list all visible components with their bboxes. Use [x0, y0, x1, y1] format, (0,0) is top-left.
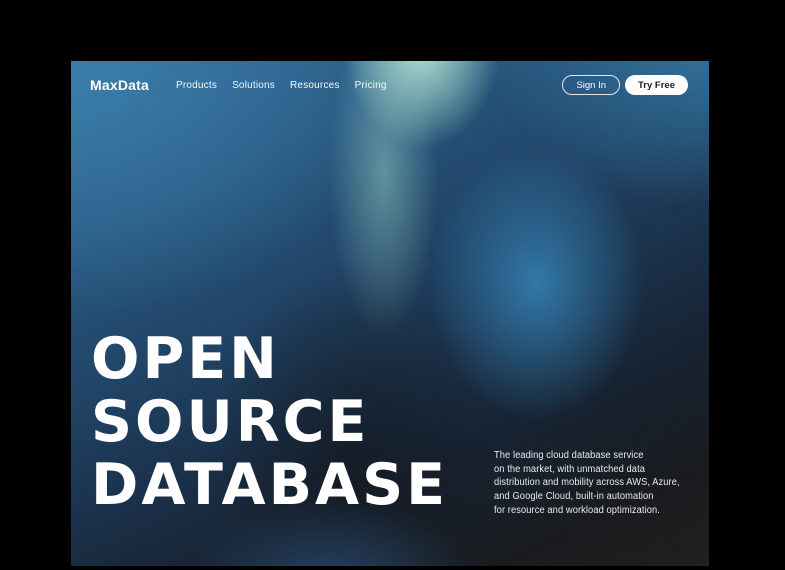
nav-item-products[interactable]: Products: [176, 80, 217, 91]
nav-item-resources[interactable]: Resources: [290, 80, 340, 91]
nav-actions: Sign In Try Free: [562, 75, 688, 95]
try-free-button[interactable]: Try Free: [625, 75, 688, 95]
hero-heading-line-2: SOURCE: [91, 391, 448, 454]
nav-item-solutions[interactable]: Solutions: [232, 80, 275, 91]
hero-section: MaxData Products Solutions Resources Pri…: [71, 61, 709, 566]
sign-in-button[interactable]: Sign In: [562, 75, 620, 95]
hero-description-line: The leading cloud database service: [494, 449, 680, 463]
hero-heading: OPEN SOURCE DATABASE: [91, 328, 448, 517]
hero-description-line: and Google Cloud, built-in automation: [494, 490, 680, 504]
hero-description-line: distribution and mobility across AWS, Az…: [494, 476, 680, 490]
hero-heading-line-1: OPEN: [91, 328, 448, 391]
hero-description-line: on the market, with unmatched data: [494, 463, 680, 477]
logo-maxdata[interactable]: MaxData: [90, 77, 149, 93]
nav-item-pricing[interactable]: Pricing: [355, 80, 387, 91]
hero-heading-line-3: DATABASE: [91, 454, 448, 517]
hero-description: The leading cloud database service on th…: [494, 449, 680, 518]
page-frame: MaxData Products Solutions Resources Pri…: [0, 0, 785, 570]
top-navigation: MaxData Products Solutions Resources Pri…: [90, 74, 688, 96]
hero-description-line: for resource and workload optimization.: [494, 504, 680, 518]
nav-menu: Products Solutions Resources Pricing: [176, 80, 387, 91]
